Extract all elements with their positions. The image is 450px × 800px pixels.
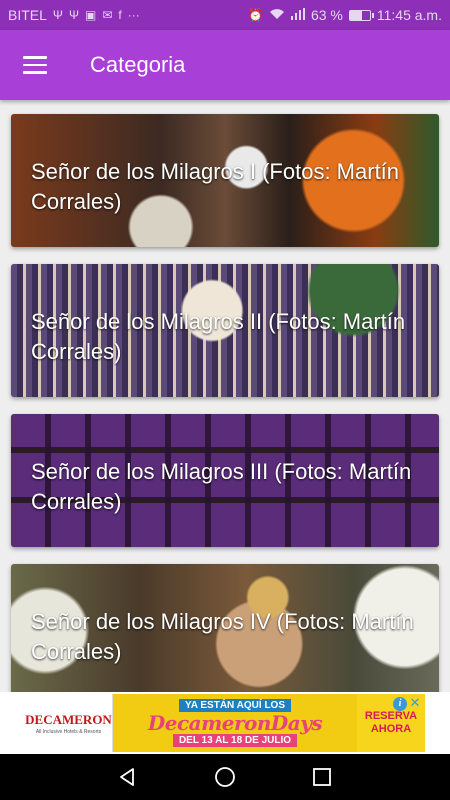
facebook-icon: f [118,8,122,22]
recents-button[interactable] [302,757,342,797]
category-title: Señor de los Milagros III (Fotos: Martín… [31,459,412,514]
battery-icon [348,9,374,21]
signal-icon [290,7,305,23]
back-button[interactable] [108,757,148,797]
battery-level [349,10,363,20]
page-title: Categoria [90,52,186,77]
ad-brand-sub: All Inclusive Hotels & Resorts [35,728,102,735]
back-triangle-icon [120,768,135,786]
wifi-icon [269,8,285,23]
usb-icon: Ψ [52,8,63,22]
category-card[interactable]: Señor de los Milagros III (Fotos: Martín… [11,414,439,547]
ad-center: YA ESTÁN AQUÍ LOS DecameronDays DEL 13 A… [113,694,357,752]
category-title: Señor de los Milagros IV (Fotos: Martín … [31,609,414,664]
ad-cta-line2: AHORA [370,723,412,735]
gmail-icon: ✉ [102,8,113,22]
app-bar: Categoria [0,30,450,100]
system-nav-bar [0,754,450,800]
ad-close-icon[interactable]: ✕ [408,696,422,710]
category-title: Señor de los Milagros I (Fotos: Martín C… [31,159,400,214]
ad-banner[interactable]: DECAMERON All Inclusive Hotels & Resorts… [25,694,425,752]
calendar-icon: ▣ [84,8,97,22]
category-list[interactable]: Señor de los Milagros I (Fotos: Martín C… [0,100,450,692]
category-card[interactable]: Señor de los Milagros I (Fotos: Martín C… [11,114,439,247]
ad-banner-area: DECAMERON All Inclusive Hotels & Resorts… [0,692,450,754]
alarm-icon: ⏰ [248,8,263,22]
recents-square-icon [312,768,331,786]
ad-headline: DecameronDays [147,711,323,735]
hamburger-menu-icon [23,56,47,74]
ad-dates: DEL 13 AL 18 DE JULIO [172,734,298,747]
ad-brand-name: DECAMERON [25,711,112,727]
battery-percent: 63 % [310,7,343,23]
more-notifications-icon: ··· [127,8,140,22]
category-title: Señor de los Milagros II (Fotos: Martín … [31,309,406,364]
status-right: ⏰ 63 % 11:45 a.m. [248,7,442,23]
status-bar: BITEL Ψ Ψ ▣ ✉ f ··· ⏰ 63 % 11:45 a.m. [0,0,450,30]
status-left: BITEL Ψ Ψ ▣ ✉ f ··· [8,7,248,23]
home-button[interactable] [205,757,245,797]
menu-button[interactable] [0,30,70,100]
category-card[interactable]: Señor de los Milagros II (Fotos: Martín … [11,264,439,397]
home-circle-icon [215,767,235,787]
carrier-label: BITEL [8,7,47,23]
category-card[interactable]: Señor de los Milagros IV (Fotos: Martín … [11,564,439,692]
ad-info-icon[interactable]: i [393,697,407,711]
ad-brand-logo: DECAMERON All Inclusive Hotels & Resorts [25,694,113,752]
ad-cta-line1: RESERVA [364,710,418,722]
usb-debug-icon: Ψ [68,8,79,22]
clock: 11:45 a.m. [376,7,442,23]
